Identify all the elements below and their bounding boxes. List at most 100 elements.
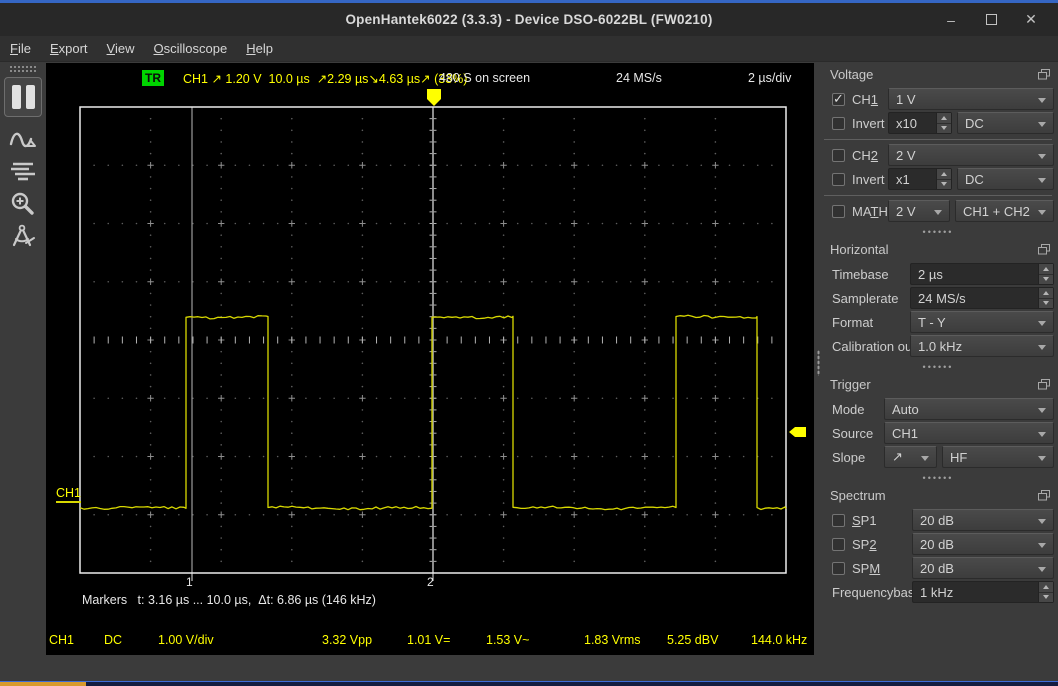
section-splitter[interactable]: •••••• — [824, 473, 1052, 483]
toolbar-drag-handle[interactable] — [9, 65, 37, 74]
spin-buttons[interactable] — [936, 113, 951, 133]
math-checkbox[interactable] — [832, 205, 845, 218]
format-label: Format — [832, 315, 873, 330]
trigger-mode-select[interactable]: Auto — [884, 398, 1054, 420]
measure-tools-button[interactable] — [7, 220, 39, 252]
chevron-down-icon — [1038, 408, 1046, 413]
menu-view[interactable]: View — [107, 38, 135, 59]
meas-freq: 144.0 kHz — [751, 633, 807, 647]
trigger-source-row: Source CH1 — [824, 422, 1052, 444]
chevron-down-icon — [1038, 567, 1046, 572]
meas-vdc: 1.01 V= — [407, 633, 450, 647]
meas-channel: CH1 — [49, 633, 74, 647]
sp2-magnitude-select[interactable]: 20 dB — [912, 533, 1054, 555]
ch2-invert-row: Invert x1 DC — [824, 168, 1052, 190]
minimize-button[interactable]: – — [938, 7, 964, 33]
marker1-label[interactable]: 1 — [186, 575, 193, 589]
spin-buttons[interactable] — [1038, 288, 1053, 308]
chevron-down-icon — [1038, 456, 1046, 461]
titlebar: OpenHantek6022 (3.3.3) - Device DSO-6022… — [0, 3, 1058, 36]
calibration-select[interactable]: 1.0 kHz — [910, 335, 1054, 357]
sp2-checkbox[interactable] — [832, 538, 845, 551]
trigger-source-select[interactable]: CH1 — [884, 422, 1054, 444]
ch1-checkbox[interactable] — [832, 93, 845, 106]
chevron-down-icon — [921, 456, 929, 461]
spin-buttons[interactable] — [1038, 264, 1053, 284]
desktop: OpenHantek6022 (3.3.3) - Device DSO-6022… — [0, 0, 1058, 686]
section-splitter[interactable]: •••••• — [824, 362, 1052, 372]
ch2-range-select[interactable]: 2 V — [888, 144, 1054, 166]
menu-file[interactable]: File — [10, 38, 31, 59]
spm-magnitude-select[interactable]: 20 dB — [912, 557, 1054, 579]
chevron-down-icon — [934, 210, 942, 215]
ch1-invert-row: Invert x10 DC — [824, 112, 1052, 134]
chevron-down-icon — [1038, 543, 1046, 548]
float-dock-icon[interactable] — [1038, 490, 1050, 501]
voltage-wave-icon — [9, 127, 37, 153]
ch1-coupling-select[interactable]: DC — [957, 112, 1054, 134]
ch1-invert-label: Invert — [852, 116, 885, 131]
ch2-row: CH2 2 V — [824, 144, 1052, 166]
window-title: OpenHantek6022 (3.3.3) - Device DSO-6022… — [0, 12, 1058, 27]
sp1-magnitude-select[interactable]: 20 dB — [912, 509, 1054, 531]
voltage-section-title: Voltage — [830, 67, 873, 82]
ch2-invert-checkbox[interactable] — [832, 173, 845, 186]
spin-buttons[interactable] — [936, 169, 951, 189]
ch2-invert-label: Invert — [852, 172, 885, 187]
ch2-label: CH2 — [852, 148, 878, 163]
float-dock-icon[interactable] — [1038, 379, 1050, 390]
menu-oscilloscope[interactable]: Oscilloscope — [154, 38, 228, 59]
ch1-zero-level-marker[interactable]: CH1 — [56, 486, 81, 503]
pause-button[interactable] — [4, 77, 42, 117]
frequencybase-spinbox[interactable]: 1 kHz — [912, 581, 1054, 603]
math-label: MATH — [852, 204, 888, 219]
samplerate-spinbox[interactable]: 24 MS/s — [910, 287, 1054, 309]
float-dock-icon[interactable] — [1038, 244, 1050, 255]
ch1-invert-checkbox[interactable] — [832, 117, 845, 130]
frequencybase-label: Frequencybase — [832, 585, 922, 600]
zoom-button[interactable] — [7, 188, 39, 220]
menu-export[interactable]: Export — [50, 38, 88, 59]
trigger-slope-select[interactable]: ↗ — [884, 446, 937, 468]
format-select[interactable]: T - Y — [910, 311, 1054, 333]
ch1-probe-spinbox[interactable]: x10 — [888, 112, 952, 134]
compass-tools-icon — [10, 223, 36, 249]
sp1-checkbox[interactable] — [832, 514, 845, 527]
timebase-spinbox[interactable]: 2 µs — [910, 263, 1054, 285]
spin-buttons[interactable] — [1038, 582, 1053, 602]
spectrum-dock-button[interactable] — [7, 156, 39, 188]
graticule-and-waveform — [46, 63, 814, 655]
meas-vrms: 1.83 Vrms — [584, 633, 641, 647]
samplerate-row: Samplerate 24 MS/s — [824, 287, 1052, 309]
math-range-select[interactable]: 2 V — [888, 200, 950, 222]
ch2-probe-spinbox[interactable]: x1 — [888, 168, 952, 190]
spm-checkbox[interactable] — [832, 562, 845, 575]
math-mode-select[interactable]: CH1 + CH2 — [955, 200, 1054, 222]
spectrum-section-title: Spectrum — [830, 488, 886, 503]
chevron-down-icon — [1038, 178, 1046, 183]
trigger-source-label: Source — [832, 426, 873, 441]
spectrum-levels-icon — [10, 160, 36, 184]
menu-help[interactable]: Help — [246, 38, 273, 59]
samplerate-label: Samplerate — [832, 291, 898, 306]
ch1-range-select[interactable]: 1 V — [888, 88, 1054, 110]
timebase-label: Timebase — [832, 267, 889, 282]
marker2-label[interactable]: 2 — [427, 575, 434, 589]
scope-display[interactable]: TR CH1 ↗ 1.20 V 10.0 µs ↗2.29 µs↘4.63 µs… — [46, 63, 814, 655]
trigger-filter-select[interactable]: HF — [942, 446, 1054, 468]
section-splitter[interactable]: •••••• — [824, 227, 1052, 237]
sp2-label: SP2 — [852, 537, 877, 552]
trigger-mode-label: Mode — [832, 402, 865, 417]
voltage-dock-button[interactable] — [7, 124, 39, 156]
divider — [824, 139, 1052, 140]
ch2-checkbox[interactable] — [832, 149, 845, 162]
chevron-down-icon — [1038, 98, 1046, 103]
math-row: MATH 2 V CH1 + CH2 — [824, 200, 1052, 222]
meas-coupling: DC — [104, 633, 122, 647]
panel-splitter[interactable] — [814, 62, 822, 681]
ch2-coupling-select[interactable]: DC — [957, 168, 1054, 190]
close-button[interactable]: ✕ — [1018, 7, 1044, 33]
maximize-button[interactable] — [978, 7, 1004, 33]
chevron-down-icon — [1038, 321, 1046, 326]
float-dock-icon[interactable] — [1038, 69, 1050, 80]
